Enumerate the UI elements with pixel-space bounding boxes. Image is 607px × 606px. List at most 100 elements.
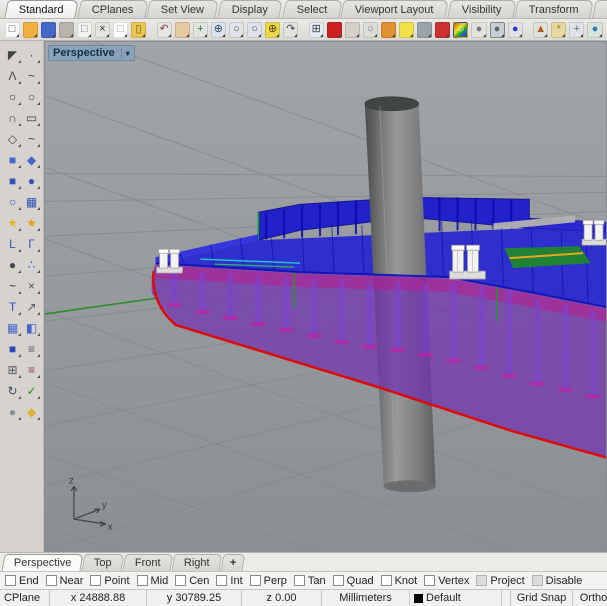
viewport-tab-front[interactable]: Front: [123, 554, 174, 571]
color-wheel-icon[interactable]: ○: [453, 22, 468, 38]
new-file-icon[interactable]: □: [5, 22, 20, 38]
new-viewport-tab-button[interactable]: +: [220, 554, 245, 571]
osnap-cen-checkbox[interactable]: [175, 575, 186, 586]
cut-icon[interactable]: ×: [95, 22, 110, 38]
open-folder-icon[interactable]: [23, 22, 38, 38]
units-pane[interactable]: Millimeters: [322, 590, 410, 606]
tab-curve-tools[interactable]: Curve Tools: [592, 0, 607, 18]
osnap-quad[interactable]: Quad: [333, 575, 374, 587]
point-cloud-icon[interactable]: ∴: [23, 255, 41, 274]
perspective-viewport[interactable]: z y x Perspective ▾: [44, 41, 607, 552]
raytrace-sphere-icon[interactable]: ●: [508, 22, 523, 38]
osnap-end-checkbox[interactable]: [5, 575, 16, 586]
tab-cplanes[interactable]: CPlanes: [77, 0, 148, 18]
osnap-knot-checkbox[interactable]: [381, 575, 392, 586]
extrude-left-icon[interactable]: L: [4, 234, 22, 253]
osnap-perp[interactable]: Perp: [250, 575, 287, 587]
osnap-project[interactable]: Project: [476, 575, 524, 587]
tab-set-view[interactable]: Set View: [146, 0, 219, 18]
osnap-mid-checkbox[interactable]: [137, 575, 148, 586]
grid-snap-toggle[interactable]: Grid Snap: [511, 590, 573, 606]
osnap-end[interactable]: End: [5, 575, 39, 587]
zoom-selected-icon[interactable]: ⊕: [265, 22, 280, 38]
tab-display[interactable]: Display: [218, 0, 284, 18]
viewport-tab-right[interactable]: Right: [171, 554, 222, 571]
osnap-mid[interactable]: Mid: [137, 575, 169, 587]
rectangle-icon[interactable]: ▭: [23, 108, 41, 127]
osnap-point-checkbox[interactable]: [90, 575, 101, 586]
curve-control-points-icon[interactable]: ~: [23, 66, 41, 85]
curve-hook-icon[interactable]: ~: [4, 276, 22, 295]
diamond-surface-icon[interactable]: ◆: [23, 402, 41, 421]
link-nodes-icon[interactable]: [381, 22, 396, 38]
zoom-icon[interactable]: ⊕: [211, 22, 226, 38]
viewport-tab-perspective[interactable]: Perspective: [2, 554, 84, 571]
tab-viewport-layout[interactable]: Viewport Layout: [340, 0, 449, 18]
trim-icon[interactable]: ×: [23, 276, 41, 295]
mesh-box-icon[interactable]: ▦: [23, 192, 41, 211]
options-gears-icon[interactable]: *: [551, 22, 566, 38]
check-selection-icon[interactable]: ✓: [23, 381, 41, 400]
osnap-int-checkbox[interactable]: [216, 575, 227, 586]
history-clock-icon[interactable]: ○: [363, 22, 378, 38]
undo-icon[interactable]: ↶: [157, 22, 172, 38]
osnap-near-checkbox[interactable]: [46, 575, 57, 586]
blend-spheres-icon[interactable]: ●: [4, 255, 22, 274]
copy-icon[interactable]: □: [113, 22, 128, 38]
single-point-icon[interactable]: ·: [23, 45, 41, 64]
explode-icon[interactable]: ★: [23, 213, 41, 232]
lightbulb-icon[interactable]: [399, 22, 414, 38]
zoom-window-icon[interactable]: ○: [247, 22, 262, 38]
surface-plane-icon[interactable]: ■: [4, 150, 22, 169]
rendered-sphere-icon[interactable]: ●: [490, 22, 505, 38]
ellipse-icon[interactable]: ○: [23, 87, 41, 106]
align-icon[interactable]: ≡: [23, 360, 41, 379]
ortho-toggle[interactable]: Ortho: [573, 590, 607, 606]
mirror-icon[interactable]: ◧: [23, 318, 41, 337]
text-icon[interactable]: T: [4, 297, 22, 316]
hatch-icon[interactable]: ≡: [23, 339, 41, 358]
osnap-near[interactable]: Near: [46, 575, 84, 587]
osnap-quad-checkbox[interactable]: [333, 575, 344, 586]
mesh-blobs-icon[interactable]: ●: [4, 402, 22, 421]
solid-surface-icon[interactable]: ■: [4, 339, 22, 358]
polyline-icon[interactable]: Λ: [4, 66, 22, 85]
handle-curve-icon[interactable]: ~: [23, 129, 41, 148]
torus-icon[interactable]: ○: [4, 192, 22, 211]
osnap-tan-checkbox[interactable]: [294, 575, 305, 586]
sphere-pair-icon[interactable]: ●: [23, 171, 41, 190]
osnap-point[interactable]: Point: [90, 575, 129, 587]
copy-page-icon[interactable]: □: [77, 22, 92, 38]
osnap-disable[interactable]: Disable: [532, 575, 583, 587]
rotate-view-icon[interactable]: +: [193, 22, 208, 38]
array-grid-icon[interactable]: ⊞: [4, 360, 22, 379]
pan-hand-icon[interactable]: [175, 22, 190, 38]
osnap-project-checkbox[interactable]: [476, 575, 487, 586]
osnap-vertex-checkbox[interactable]: [424, 575, 435, 586]
rotate-camera-icon[interactable]: ↷: [283, 22, 298, 38]
arc-icon[interactable]: ∩: [4, 108, 22, 127]
orient-icon[interactable]: ↻: [4, 381, 22, 400]
osnap-disable-checkbox[interactable]: [532, 575, 543, 586]
move-uvn-icon[interactable]: +: [569, 22, 584, 38]
curved-surface-icon[interactable]: ◆: [23, 150, 41, 169]
tab-select[interactable]: Select: [282, 0, 342, 18]
move-points-icon[interactable]: ↗: [23, 297, 41, 316]
cplane-pane[interactable]: CPlane: [0, 590, 50, 606]
measure-icon[interactable]: [345, 22, 360, 38]
extrude-right-icon[interactable]: Γ: [23, 234, 41, 253]
tab-visibility[interactable]: Visibility: [447, 0, 516, 18]
save-file-icon[interactable]: [41, 22, 56, 38]
selection-filter-icon[interactable]: ▲: [533, 22, 548, 38]
shaded-sphere-icon[interactable]: ●: [471, 22, 486, 38]
blocks-icon[interactable]: ▦: [4, 318, 22, 337]
viewport-tab-top[interactable]: Top: [82, 554, 125, 571]
osnap-int[interactable]: Int: [216, 575, 242, 587]
select-pointer-icon[interactable]: ◤: [4, 45, 22, 64]
layer-pane[interactable]: Default: [410, 590, 502, 606]
zoom-dynamic-icon[interactable]: ○: [229, 22, 244, 38]
osnap-perp-checkbox[interactable]: [250, 575, 261, 586]
osnap-vertex[interactable]: Vertex: [424, 575, 469, 587]
layer-wedge-icon[interactable]: [435, 22, 450, 38]
four-viewports-icon[interactable]: ⊞: [309, 22, 324, 38]
